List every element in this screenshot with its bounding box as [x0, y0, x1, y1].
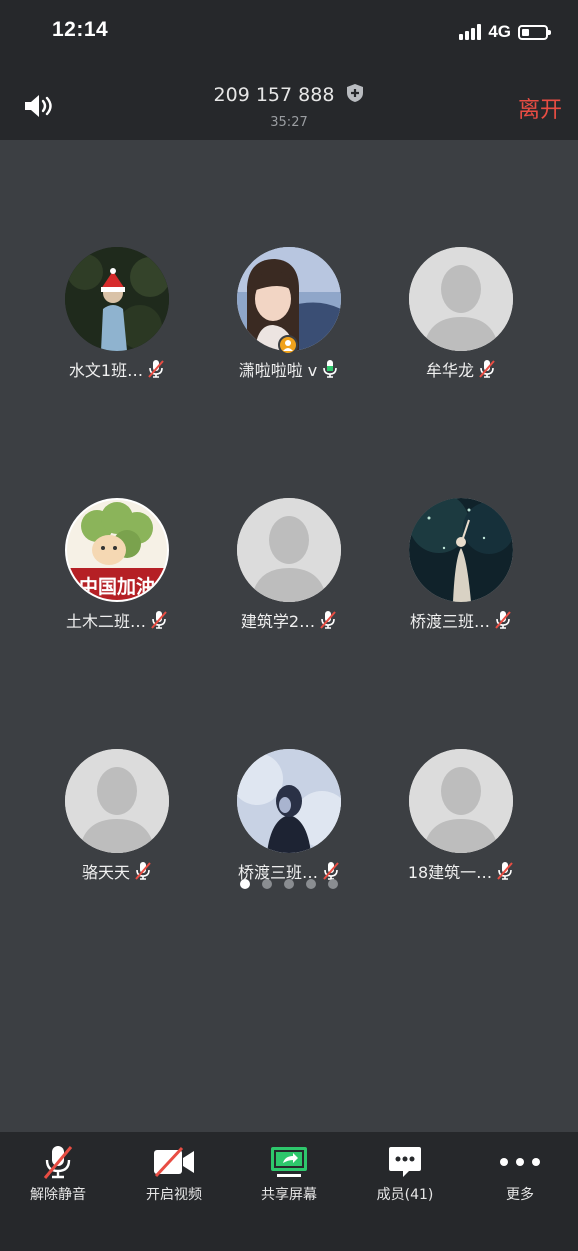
avatar — [65, 749, 169, 853]
status-time: 12:14 — [52, 18, 109, 41]
more-label: 更多 — [506, 1187, 534, 1203]
participant-name: 土木二班… — [65, 612, 146, 631]
mic-muted-icon — [320, 611, 336, 629]
start-video-label: 开启视频 — [146, 1187, 202, 1203]
page-dot[interactable] — [262, 879, 272, 889]
meeting-id[interactable]: 209 157 888 — [0, 83, 578, 106]
mic-muted-icon — [479, 360, 495, 378]
mic-muted-icon — [43, 1146, 73, 1179]
avatar — [65, 247, 169, 351]
top-bar: 12:14 4G 209 157 888 35:27 离开 — [0, 0, 578, 140]
members-button[interactable]: 成员(41) — [347, 1132, 463, 1204]
more-dots-icon — [500, 1158, 540, 1166]
host-badge-icon — [278, 335, 298, 355]
page-dot[interactable] — [306, 879, 316, 889]
participant-tile[interactable]: 桥渡三班… — [372, 498, 550, 632]
meeting-id-text: 209 157 888 — [213, 84, 335, 106]
video-off-icon — [154, 1146, 194, 1178]
avatar — [409, 247, 513, 351]
avatar — [237, 498, 341, 602]
network-type: 4G — [488, 22, 511, 41]
unmute-button[interactable]: 解除静音 — [0, 1132, 116, 1204]
page-dot[interactable] — [328, 879, 338, 889]
avatar — [409, 498, 513, 602]
participant-name: 牟华龙 — [425, 361, 474, 380]
mic-muted-icon — [497, 862, 513, 880]
mic-muted-icon — [135, 862, 151, 880]
page-dot[interactable] — [240, 879, 250, 889]
participant-tile[interactable]: 18建筑一… — [372, 749, 550, 883]
bottom-toolbar: 解除静音 开启视频 共享屏幕 成员(41) 更多 — [0, 1132, 578, 1251]
participant-tile[interactable]: 建筑学2… — [200, 498, 378, 632]
meeting-duration: 35:27 — [270, 115, 308, 130]
mic-muted-icon — [495, 611, 511, 629]
unmute-label: 解除静音 — [30, 1187, 86, 1203]
battery-icon — [518, 24, 551, 40]
participant-tile[interactable]: 牟华龙 — [372, 247, 550, 381]
avatar — [409, 749, 513, 853]
mic-muted-icon — [148, 360, 164, 378]
participant-name: 桥渡三班… — [409, 612, 490, 631]
participant-tile[interactable]: 水文1班… — [28, 247, 206, 381]
start-video-button[interactable]: 开启视频 — [116, 1132, 232, 1204]
page-dot[interactable] — [284, 879, 294, 889]
more-button[interactable]: 更多 — [462, 1132, 578, 1204]
share-screen-button[interactable]: 共享屏幕 — [231, 1132, 347, 1204]
participant-tile[interactable]: 潇啦啦啦 v — [200, 247, 378, 381]
mic-muted-icon — [323, 862, 339, 880]
members-label: 成员(41) — [376, 1187, 434, 1203]
avatar — [237, 749, 341, 853]
chat-bubble-icon — [389, 1147, 421, 1177]
participant-tile[interactable]: 桥渡三班… — [200, 749, 378, 883]
participant-name: 潇啦啦啦 v — [238, 361, 318, 380]
mic-on-icon — [323, 360, 338, 378]
share-screen-label: 共享屏幕 — [261, 1187, 317, 1203]
mic-muted-icon — [151, 611, 167, 629]
status-icons: 4G — [459, 20, 551, 44]
participant-name: 建筑学2… — [240, 612, 316, 631]
leave-button[interactable]: 离开 — [518, 92, 562, 124]
participant-name: 水文1班… — [68, 361, 144, 380]
avatar: 中国加油 — [65, 498, 169, 602]
avatar-badge-text: 中国加油 — [78, 576, 155, 598]
share-screen-icon — [271, 1147, 307, 1177]
participant-tile[interactable]: 骆天天 — [28, 749, 206, 883]
participant-tile[interactable]: 中国加油 土木二班… — [28, 498, 206, 632]
signal-icon — [459, 24, 482, 40]
shield-icon — [347, 84, 364, 102]
page-indicator[interactable] — [0, 879, 578, 889]
